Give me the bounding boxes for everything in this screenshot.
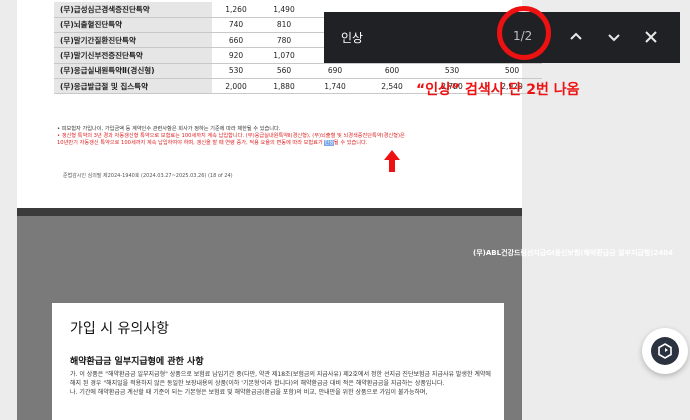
table-cell-name: (무)말기간질환진단특약 [54,32,212,49]
close-icon [645,31,657,43]
table-cell-value: 690 [308,63,362,79]
note-red-2: 10년만기 자동갱신 특약으로 100세까지 계속 납입하여야 하며, 갱신을 … [57,140,457,147]
close-find-button[interactable] [639,25,663,49]
annotation-text: “인상” 검색시 단 2번 나옴 [416,82,580,98]
table-cell-value: 500 [482,63,542,79]
table-cell-value: 600 [362,63,422,79]
table-cell-value: 920 [212,47,260,64]
note-red-2c: 될 수 있습니다. [333,140,368,147]
page-separator [17,208,522,216]
card-paragraph: 가. 이 상품은 "해약환급금 일부지급형" 상품으로 보험료 납입기간 중(다… [70,371,491,388]
annotation-arrow-icon [384,150,400,172]
table-cell-value: 530 [212,63,260,79]
table-cell-value: 2,000 [212,78,260,95]
table-cell-value: 780 [260,32,308,49]
pdf-viewer[interactable]: (무)급성심근경색증진단특약 1,260 1,490 (무)뇌출혈진단특약 740 810… [0,0,690,420]
notes: • 피보험자 가입나이, 가입금액 등 계약인수 관련사항은 회사가 정하는 기… [57,126,457,148]
page-header: (무)ABL건강드림선지급GI종신보험(해약환급금 일부지급형)2404 [473,249,673,257]
chatbot-button[interactable] [642,328,688,374]
card-title: 가입 시 유의사항 [70,321,170,337]
table-cell-value: 1,070 [260,47,308,64]
table-cell-value: 560 [260,63,308,79]
notice-card: 가입 시 유의사항 해약환급금 일부지급형에 관한 사항 가. 이 상품은 "해… [52,303,504,420]
find-input[interactable]: 인상 [341,29,363,46]
chevron-up-icon [570,32,582,40]
chatbot-icon [651,337,679,365]
table-cell-name: (무)응급발급절 및 집스특약 [54,78,212,95]
card-paragraph: 나. 기간에 해약환급금 계산할 때 기준이 되는 기본형은 보험료 및 해약환… [70,389,428,397]
card-subtitle: 해약환급금 일부지급형에 관한 사항 [70,357,204,367]
document-footer: 준법감시인 심의필 제2024-1940호 (2024.03.27~2025.0… [63,173,233,179]
next-match-button[interactable] [602,25,626,49]
table-cell-value: 1,740 [308,78,362,95]
table-cell-value: 1,880 [260,78,308,95]
annotation-circle [497,6,551,60]
table-cell-name: (무)급성심근경색증진단특약 [54,2,212,18]
table-cell-value: 660 [212,32,260,49]
table-cell-value: 1,490 [260,2,308,18]
table-row: (무)응급실내원특약Ⅱ(경신형) 530 560 690 600 530 500 [54,63,542,79]
table-cell-value: 2,540 [362,78,422,95]
table-cell-name: (무)뇌출혈진단특약 [54,17,212,34]
table-cell-value: 810 [260,17,308,34]
note-red-2a: 10년만기 자동갱신 특약으로 100세까지 계속 납입하여야 하며, 갱신을 … [57,140,325,147]
table-cell-name: (무)말기신부전증진단특약 [54,47,212,64]
search-match-highlight: 인상 [324,140,334,147]
previous-match-button[interactable] [564,25,588,49]
table-cell-value: 1,260 [212,2,260,18]
table-cell-name: (무)응급실내원특약Ⅱ(경신형) [54,63,212,79]
chevron-down-icon [608,34,620,42]
card-body: 가. 이 상품은 "해약환급금 일부지급형" 상품으로 보험료 납입기간 중(다… [70,370,495,398]
table-cell-value: 740 [212,17,260,34]
table-cell-value: 530 [422,63,482,79]
